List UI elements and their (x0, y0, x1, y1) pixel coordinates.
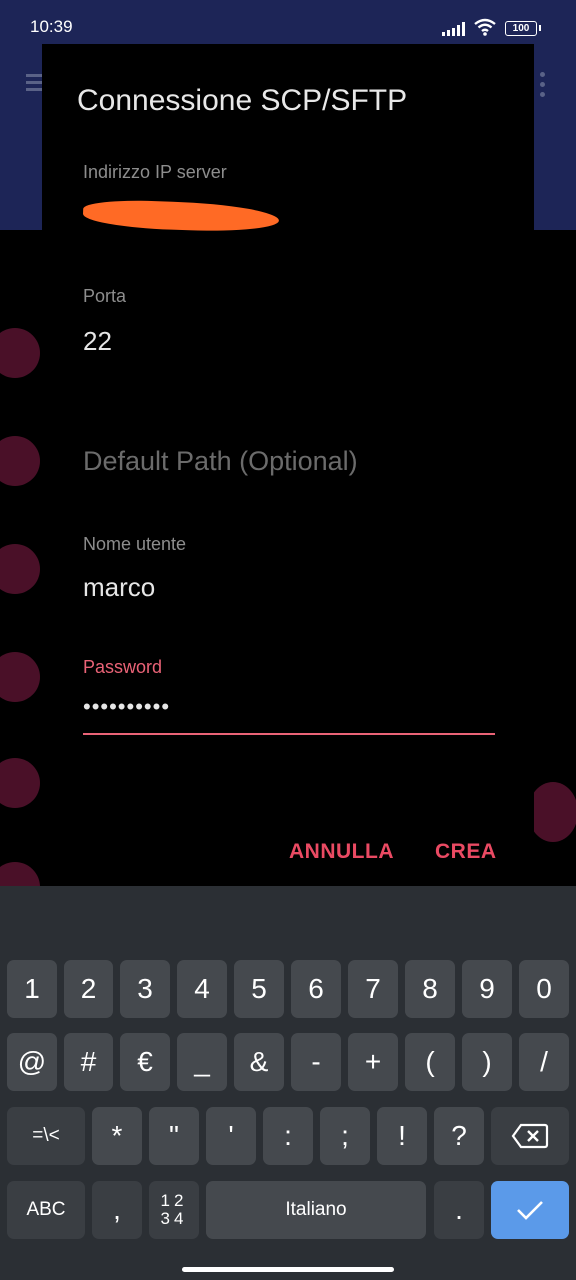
password-underline (83, 733, 495, 735)
server-ip-field[interactable] (82, 198, 283, 236)
signal-icon (442, 21, 465, 36)
key-7[interactable]: 7 (348, 960, 398, 1018)
key-ampersand[interactable]: & (234, 1033, 284, 1091)
key-3[interactable]: 3 (120, 960, 170, 1018)
key-at[interactable]: @ (7, 1033, 57, 1091)
menu-icon (26, 74, 42, 92)
server-ip-label: Indirizzo IP server (83, 162, 227, 182)
key-euro[interactable]: € (120, 1033, 170, 1091)
key-8[interactable]: 8 (405, 960, 455, 1018)
key-colon[interactable]: : (263, 1107, 313, 1165)
key-semicolon[interactable]: ; (320, 1107, 370, 1165)
backspace-icon (511, 1123, 549, 1149)
key-question[interactable]: ? (434, 1107, 484, 1165)
scp-connection-dialog: Connessione SCP/SFTP Indirizzo IP server… (42, 44, 534, 886)
key-hash[interactable]: # (64, 1033, 113, 1091)
checkmark-icon (517, 1201, 543, 1220)
key-5[interactable]: 5 (234, 960, 284, 1018)
port-field[interactable]: 22 (83, 326, 112, 357)
wifi-icon (474, 18, 496, 36)
more-options-icon (540, 72, 545, 102)
username-field[interactable]: marco (83, 572, 155, 603)
key-9[interactable]: 9 (462, 960, 512, 1018)
list-item-avatar (0, 544, 40, 594)
password-label: Password (83, 657, 163, 677)
key-exclamation[interactable]: ! (377, 1107, 427, 1165)
password-field[interactable]: •••••••••• (83, 694, 170, 720)
battery-icon: 100 (505, 21, 541, 36)
default-path-field[interactable]: Default Path (Optional) (83, 446, 358, 477)
numpad-label-bottom: 34 (160, 1209, 188, 1228)
key-numpad[interactable]: 12 34 (149, 1181, 199, 1239)
key-open-paren[interactable]: ( (405, 1033, 455, 1091)
key-underscore[interactable]: _ (177, 1033, 227, 1091)
keyboard: 1 2 3 4 5 6 7 8 9 0 @ # € _ & - + ( ) / … (0, 886, 576, 1280)
key-abc[interactable]: ABC (7, 1181, 85, 1239)
key-2[interactable]: 2 (64, 960, 113, 1018)
create-button[interactable]: CREA (435, 840, 497, 864)
username-label: Nome utente (83, 534, 187, 554)
key-plus[interactable]: + (348, 1033, 398, 1091)
numpad-label-top: 12 (160, 1191, 188, 1210)
key-asterisk[interactable]: * (92, 1107, 142, 1165)
port-label: Porta (83, 286, 127, 306)
home-indicator[interactable] (182, 1267, 394, 1272)
key-1[interactable]: 1 (7, 960, 57, 1018)
key-4[interactable]: 4 (177, 960, 227, 1018)
fab-button (528, 782, 576, 842)
cancel-button[interactable]: ANNULLA (289, 840, 394, 864)
list-item-avatar (0, 652, 40, 702)
key-double-quote[interactable]: " (149, 1107, 199, 1165)
status-time: 10:39 (30, 17, 73, 36)
key-period[interactable]: . (434, 1181, 484, 1239)
status-bar: 10:39 100 (0, 0, 576, 48)
list-item-avatar (0, 436, 40, 486)
list-item-avatar (0, 328, 40, 378)
list-item-avatar (0, 758, 40, 808)
key-comma[interactable]: , (92, 1181, 142, 1239)
redaction-scribble (82, 198, 280, 234)
key-close-paren[interactable]: ) (462, 1033, 512, 1091)
key-apostrophe[interactable]: ' (206, 1107, 256, 1165)
dialog-title: Connessione SCP/SFTP (77, 84, 408, 117)
key-more-symbols[interactable]: =\< (7, 1107, 85, 1165)
key-slash[interactable]: / (519, 1033, 569, 1091)
key-minus[interactable]: - (291, 1033, 341, 1091)
key-6[interactable]: 6 (291, 960, 341, 1018)
enter-key[interactable] (491, 1181, 569, 1239)
key-0[interactable]: 0 (519, 960, 569, 1018)
space-key[interactable]: Italiano (206, 1181, 426, 1239)
backspace-key[interactable] (491, 1107, 569, 1165)
